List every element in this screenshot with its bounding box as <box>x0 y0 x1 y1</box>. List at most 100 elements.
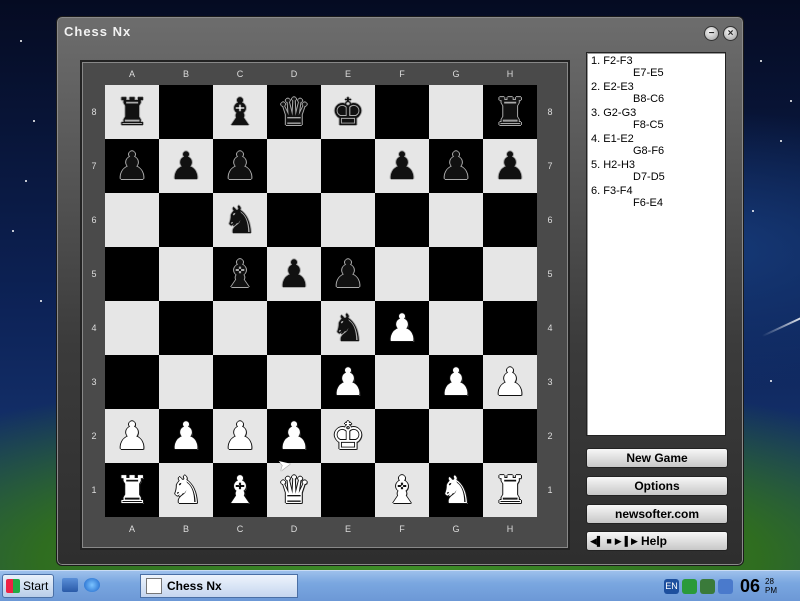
square-f2[interactable] <box>375 409 429 463</box>
square-d1[interactable]: ♛ <box>267 463 321 517</box>
white-king-icon[interactable]: ♚ <box>331 417 365 455</box>
square-b1[interactable]: ♞ <box>159 463 213 517</box>
square-c4[interactable] <box>213 301 267 355</box>
square-a6[interactable] <box>105 193 159 247</box>
black-pawn-icon[interactable]: ♟ <box>115 147 149 185</box>
language-indicator[interactable]: EN <box>664 578 679 594</box>
square-b8[interactable] <box>159 85 213 139</box>
square-e5[interactable]: ♟ <box>321 247 375 301</box>
website-button[interactable]: newsofter.com <box>586 504 728 524</box>
play-icon[interactable]: ▶ <box>615 536 622 547</box>
white-pawn-icon[interactable]: ♟ <box>493 363 527 401</box>
black-pawn-icon[interactable]: ♟ <box>223 147 257 185</box>
square-d3[interactable] <box>267 355 321 409</box>
close-icon[interactable]: × <box>723 26 738 41</box>
black-pawn-icon[interactable]: ♟ <box>169 147 203 185</box>
move-list[interactable]: 1. F2-F3 E7-E5 2. E2-E3 B8-C6 3. G2-G3 F8-C5 4… <box>586 52 726 436</box>
square-b4[interactable] <box>159 301 213 355</box>
square-d6[interactable] <box>267 193 321 247</box>
white-pawn-icon[interactable]: ♟ <box>385 309 419 347</box>
square-d8[interactable]: ♛ <box>267 85 321 139</box>
black-knight-icon[interactable]: ♞ <box>223 201 257 239</box>
square-c3[interactable] <box>213 355 267 409</box>
black-pawn-icon[interactable]: ♟ <box>277 255 311 293</box>
square-a5[interactable] <box>105 247 159 301</box>
tray-app-icon[interactable] <box>682 578 697 594</box>
chess-board[interactable]: ♜ ♝ ♛ ♚ ♜ ♟ ♟ ♟ ♟ ♟ ♟ ♞ ♝ ♟ ♟ ♞ ♟ ♟ ♟ ♟ ♟ ♟ ♟ ♟ ♚ ♜ ♞ ♝ ♛ ♝ ♞ ♜ <box>105 85 537 517</box>
black-rook-icon[interactable]: ♜ <box>115 93 149 131</box>
next-move-icon[interactable]: ▌▶ <box>625 536 638 547</box>
black-bishop-icon[interactable]: ♝ <box>223 93 257 131</box>
square-a7[interactable]: ♟ <box>105 139 159 193</box>
white-queen-icon[interactable]: ♛ <box>277 471 311 509</box>
square-b3[interactable] <box>159 355 213 409</box>
black-knight-icon[interactable]: ♞ <box>331 309 365 347</box>
square-f4[interactable]: ♟ <box>375 301 429 355</box>
white-pawn-icon[interactable]: ♟ <box>115 417 149 455</box>
white-pawn-icon[interactable]: ♟ <box>439 363 473 401</box>
minimize-icon[interactable]: − <box>704 26 719 41</box>
square-a4[interactable] <box>105 301 159 355</box>
square-h4[interactable] <box>483 301 537 355</box>
square-f5[interactable] <box>375 247 429 301</box>
help-button[interactable]: Help <box>641 534 667 548</box>
square-c8[interactable]: ♝ <box>213 85 267 139</box>
square-e1[interactable] <box>321 463 375 517</box>
square-c2[interactable]: ♟ <box>213 409 267 463</box>
white-knight-icon[interactable]: ♞ <box>169 471 203 509</box>
white-bishop-icon[interactable]: ♝ <box>223 471 257 509</box>
square-b2[interactable]: ♟ <box>159 409 213 463</box>
square-f7[interactable]: ♟ <box>375 139 429 193</box>
taskbar-item-chess-nx[interactable]: Chess Nx <box>140 574 298 598</box>
move-entry[interactable]: 3. G2-G3 F8-C5 <box>591 107 721 133</box>
square-h1[interactable]: ♜ <box>483 463 537 517</box>
square-d2[interactable]: ♟ <box>267 409 321 463</box>
square-b5[interactable] <box>159 247 213 301</box>
square-c6[interactable]: ♞ <box>213 193 267 247</box>
white-pawn-icon[interactable]: ♟ <box>169 417 203 455</box>
square-d5[interactable]: ♟ <box>267 247 321 301</box>
square-h8[interactable]: ♜ <box>483 85 537 139</box>
white-rook-icon[interactable]: ♜ <box>493 471 527 509</box>
tray-volume-icon[interactable] <box>718 578 733 594</box>
square-d7[interactable] <box>267 139 321 193</box>
move-entry[interactable]: 2. E2-E3 B8-C6 <box>591 81 721 107</box>
black-pawn-icon[interactable]: ♟ <box>331 255 365 293</box>
square-a3[interactable] <box>105 355 159 409</box>
square-e2[interactable]: ♚ <box>321 409 375 463</box>
black-queen-icon[interactable]: ♛ <box>277 93 311 131</box>
square-c5[interactable]: ♝ <box>213 247 267 301</box>
square-g2[interactable] <box>429 409 483 463</box>
square-f8[interactable] <box>375 85 429 139</box>
black-pawn-icon[interactable]: ♟ <box>385 147 419 185</box>
white-bishop-icon[interactable]: ♝ <box>385 471 419 509</box>
tray-network-icon[interactable] <box>700 578 715 594</box>
square-g3[interactable]: ♟ <box>429 355 483 409</box>
square-e4[interactable]: ♞ <box>321 301 375 355</box>
stop-icon[interactable]: ■ <box>606 536 611 546</box>
square-g6[interactable] <box>429 193 483 247</box>
move-entry[interactable]: 6. F3-F4 F6-E4 <box>591 185 721 211</box>
move-entry[interactable]: 5. H2-H3 D7-D5 <box>591 159 721 185</box>
square-h5[interactable] <box>483 247 537 301</box>
show-desktop-icon[interactable] <box>62 578 78 592</box>
black-king-icon[interactable]: ♚ <box>331 93 365 131</box>
white-pawn-icon[interactable]: ♟ <box>331 363 365 401</box>
square-a1[interactable]: ♜ <box>105 463 159 517</box>
black-pawn-icon[interactable]: ♟ <box>439 147 473 185</box>
square-h3[interactable]: ♟ <box>483 355 537 409</box>
square-f6[interactable] <box>375 193 429 247</box>
square-b6[interactable] <box>159 193 213 247</box>
square-g8[interactable] <box>429 85 483 139</box>
white-rook-icon[interactable]: ♜ <box>115 471 149 509</box>
square-h2[interactable] <box>483 409 537 463</box>
square-f1[interactable]: ♝ <box>375 463 429 517</box>
black-rook-icon[interactable]: ♜ <box>493 93 527 131</box>
start-button[interactable]: Start <box>2 574 54 598</box>
square-h7[interactable]: ♟ <box>483 139 537 193</box>
square-h6[interactable] <box>483 193 537 247</box>
square-e8[interactable]: ♚ <box>321 85 375 139</box>
square-g5[interactable] <box>429 247 483 301</box>
square-c1[interactable]: ♝ <box>213 463 267 517</box>
internet-explorer-icon[interactable] <box>84 578 100 592</box>
